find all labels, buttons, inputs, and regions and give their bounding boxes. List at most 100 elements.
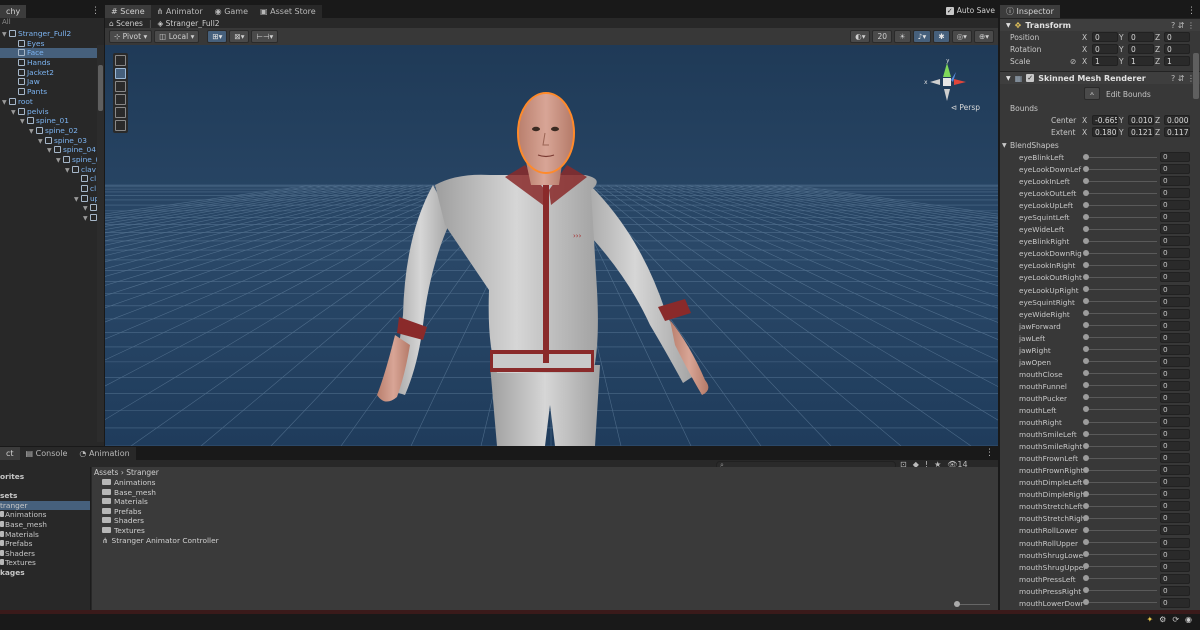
hidden-objects-toggle[interactable]: ◎▾ bbox=[951, 30, 972, 43]
blendshape-slider[interactable] bbox=[1085, 168, 1157, 170]
blendshape-value-field[interactable]: 0 bbox=[1160, 248, 1190, 259]
blendshape-slider[interactable] bbox=[1085, 373, 1157, 375]
blendshape-slider[interactable] bbox=[1085, 529, 1157, 531]
blendshape-slider[interactable] bbox=[1085, 264, 1157, 266]
blendshape-slider-knob[interactable] bbox=[1083, 225, 1089, 232]
blendshape-slider[interactable] bbox=[1085, 276, 1157, 278]
blendshape-slider-knob[interactable] bbox=[1083, 237, 1089, 244]
blendshape-slider-knob[interactable] bbox=[1083, 406, 1089, 413]
blendshape-value-field[interactable]: 0 bbox=[1160, 525, 1190, 536]
blendshape-value-field[interactable]: 0 bbox=[1160, 561, 1190, 572]
blendshape-slider[interactable] bbox=[1085, 397, 1157, 399]
blendshape-slider-knob[interactable] bbox=[1083, 466, 1089, 473]
blendshape-slider-knob[interactable] bbox=[1083, 213, 1089, 220]
blendshape-slider-knob[interactable] bbox=[1083, 334, 1089, 341]
blendshape-slider[interactable] bbox=[1085, 554, 1157, 556]
blendshape-slider-knob[interactable] bbox=[1083, 165, 1089, 172]
move-tool-button[interactable] bbox=[115, 68, 126, 79]
blendshape-slider[interactable] bbox=[1085, 433, 1157, 435]
blendshape-slider-knob[interactable] bbox=[1083, 575, 1089, 582]
blendshape-value-field[interactable]: 0 bbox=[1160, 224, 1190, 235]
project-item[interactable]: Base_mesh bbox=[92, 488, 998, 498]
blendshape-value-field[interactable]: 0 bbox=[1160, 489, 1190, 500]
hierarchy-item[interactable]: ▼ pelvis bbox=[0, 107, 104, 117]
blendshape-slider[interactable] bbox=[1085, 469, 1157, 471]
component-menu-icons[interactable]: ? ⇵ ⋮ bbox=[1171, 74, 1195, 83]
blendshape-slider-knob[interactable] bbox=[1083, 587, 1089, 594]
blendshape-slider-knob[interactable] bbox=[1083, 599, 1089, 606]
edit-bounds-button[interactable]: ⟑ bbox=[1084, 87, 1100, 100]
blendshape-value-field[interactable]: 0 bbox=[1160, 308, 1190, 319]
blendshape-value-field[interactable]: 0 bbox=[1160, 417, 1190, 428]
smr-enable-checkbox[interactable]: ✓ bbox=[1026, 74, 1035, 82]
projection-toggle[interactable]: ⊲ Persp bbox=[951, 103, 980, 112]
gizmos-toggle[interactable]: ⊕▾ bbox=[973, 30, 994, 43]
project-tree-item[interactable]: kages bbox=[0, 568, 90, 578]
incremental-snap-button[interactable]: ⊢⊣▾ bbox=[251, 30, 279, 43]
inspector-menu-icon[interactable]: ⋮ bbox=[1187, 6, 1196, 16]
blendshape-slider[interactable] bbox=[1085, 301, 1157, 303]
local-dropdown[interactable]: ◫ Local ▾ bbox=[154, 30, 200, 43]
blendshape-value-field[interactable]: 0 bbox=[1160, 344, 1190, 355]
blendshape-value-field[interactable]: 0 bbox=[1160, 272, 1190, 283]
blendshape-slider[interactable] bbox=[1085, 204, 1157, 206]
tab-asset-store[interactable]: ▣ Asset Store bbox=[254, 5, 322, 18]
scenes-crumb[interactable]: ⌂ Scenes bbox=[109, 19, 143, 28]
blendshape-slider[interactable] bbox=[1085, 505, 1157, 507]
project-item[interactable]: ⋔ Stranger Animator Controller bbox=[92, 536, 998, 546]
hierarchy-item[interactable]: Face bbox=[0, 48, 104, 59]
blendshape-value-field[interactable]: 0 bbox=[1160, 513, 1190, 524]
center-z-field[interactable]: 0.000 bbox=[1164, 115, 1190, 125]
link-icon[interactable]: ⊘ bbox=[1070, 57, 1076, 66]
blendshape-value-field[interactable]: 0 bbox=[1160, 537, 1190, 548]
blendshape-value-field[interactable]: 0 bbox=[1160, 573, 1190, 584]
blendshape-slider[interactable] bbox=[1085, 590, 1157, 592]
blendshape-slider[interactable] bbox=[1085, 421, 1157, 423]
scale-tool-button[interactable] bbox=[115, 94, 126, 105]
project-item[interactable]: Animations bbox=[92, 478, 998, 488]
project-tree-item[interactable]: Materials bbox=[0, 530, 90, 540]
hierarchy-item[interactable]: ▼ bbox=[0, 213, 104, 223]
blendshape-slider[interactable] bbox=[1085, 192, 1157, 194]
blendshape-value-field[interactable]: 0 bbox=[1160, 404, 1190, 415]
smr-header[interactable]: ▼ ▦ ✓ Skinned Mesh Renderer ? ⇵ ⋮ bbox=[1000, 71, 1200, 84]
project-tree-item[interactable]: Animations bbox=[0, 510, 90, 520]
blendshape-slider-knob[interactable] bbox=[1083, 551, 1089, 558]
hierarchy-item[interactable]: Eyes bbox=[0, 39, 104, 49]
hierarchy-item[interactable]: ▼ up bbox=[0, 194, 104, 204]
blendshape-value-field[interactable]: 0 bbox=[1160, 188, 1190, 199]
blendshape-slider-knob[interactable] bbox=[1083, 346, 1089, 353]
hierarchy-item[interactable]: ▼ spine_04 bbox=[0, 145, 104, 155]
blendshape-slider-knob[interactable] bbox=[1083, 370, 1089, 377]
gear-icon[interactable]: ⚙ bbox=[1159, 615, 1166, 624]
hierarchy-item[interactable]: ▼ spine_( bbox=[0, 155, 104, 165]
blendshape-value-field[interactable]: 0 bbox=[1160, 200, 1190, 211]
blendshape-slider-knob[interactable] bbox=[1083, 310, 1089, 317]
blendshape-value-field[interactable]: 0 bbox=[1160, 332, 1190, 343]
blendshape-slider[interactable] bbox=[1085, 445, 1157, 447]
audio-toggle[interactable]: ♪▾ bbox=[912, 30, 932, 43]
transform-y-field[interactable]: 1 bbox=[1128, 56, 1154, 66]
2d-toggle[interactable]: 20 bbox=[872, 30, 893, 43]
blendshape-slider-knob[interactable] bbox=[1083, 322, 1089, 329]
blendshape-slider-knob[interactable] bbox=[1083, 539, 1089, 545]
hierarchy-item[interactable]: ▼ Stranger_Full2 bbox=[0, 29, 104, 39]
extent-x-field[interactable]: 0.1806 bbox=[1092, 127, 1118, 137]
auto-save-checkbox[interactable]: ✓ bbox=[945, 6, 954, 15]
tab-animator[interactable]: ⋔ Animator bbox=[150, 5, 209, 18]
blendshapes-header[interactable]: ▼ BlendShapes bbox=[1000, 139, 1200, 151]
blendshape-value-field[interactable]: 0 bbox=[1160, 453, 1190, 464]
project-menu-icon[interactable]: ⋮ bbox=[985, 448, 994, 458]
blendshape-value-field[interactable]: 0 bbox=[1160, 549, 1190, 560]
tab-scene[interactable]: # Scene bbox=[105, 5, 151, 18]
path-assets[interactable]: Assets bbox=[94, 468, 118, 477]
blendshape-value-field[interactable]: 0 bbox=[1160, 356, 1190, 367]
blendshape-slider[interactable] bbox=[1085, 542, 1157, 543]
blendshape-slider-knob[interactable] bbox=[1083, 358, 1089, 365]
transform-x-field[interactable]: 1 bbox=[1092, 56, 1118, 66]
hierarchy-scrollbar[interactable] bbox=[97, 45, 104, 442]
transform-header[interactable]: ▼ ✥ Transform ? ⇵ ⋮ bbox=[1000, 18, 1200, 31]
blendshape-slider[interactable] bbox=[1085, 409, 1157, 411]
blendshape-value-field[interactable]: 0 bbox=[1160, 368, 1190, 379]
hierarchy-item[interactable]: Pants bbox=[0, 87, 104, 97]
